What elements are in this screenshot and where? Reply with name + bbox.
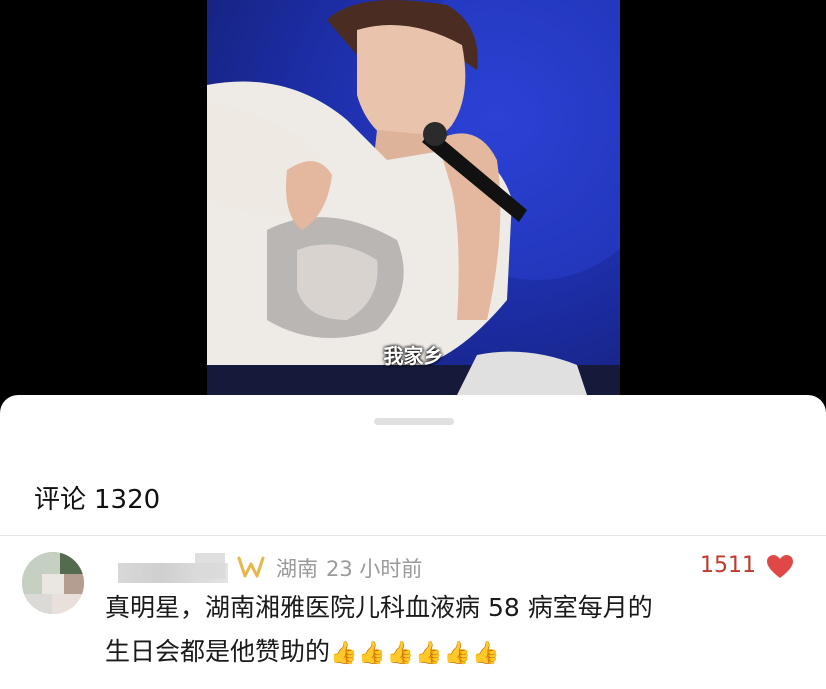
like-count: 1511: [700, 553, 756, 578]
comments-title-label: 评论: [34, 485, 87, 515]
divider: [0, 535, 826, 536]
heart-icon[interactable]: [766, 554, 794, 580]
video-player[interactable]: 我家乡: [0, 0, 826, 400]
comment-item[interactable]: 湖南 23 小时前 1511 真明星，湖南湘雅医院儿科血液病 58 病室每月的 生…: [0, 545, 826, 689]
comment-text-line2: 生日会都是他赞助的: [105, 637, 331, 666]
comment-text: 真明星，湖南湘雅医院儿科血液病 58 病室每月的 生日会都是他赞助的👍👍👍👍👍👍: [105, 586, 795, 676]
sheet-drag-handle[interactable]: [374, 418, 454, 425]
username-redacted-tail: [195, 553, 225, 579]
performer-image: [207, 0, 620, 395]
avatar[interactable]: [22, 552, 84, 614]
comment-text-line1: 真明星，湖南湘雅医院儿科血液病 58 病室每月的: [105, 593, 653, 622]
comment-meta: 湖南 23 小时前: [276, 553, 430, 583]
comments-header: 评论 1320: [34, 479, 168, 516]
comment-text-line2-wrap: 生日会都是他赞助的👍👍👍👍👍👍: [105, 630, 795, 676]
video-frame[interactable]: 我家乡: [207, 0, 620, 395]
avatar-mosaic: [22, 552, 84, 614]
comment-time: 23 小时前: [326, 557, 423, 581]
video-subtitle: 我家乡: [383, 344, 444, 368]
thumbs-up-reactions: 👍👍👍👍👍👍: [330, 641, 501, 666]
comments-sheet: 评论 1320 湖南 23 小时前 1511 真明星，湖南湘雅医院儿科血液病 5…: [0, 395, 826, 689]
comment-region: 湖南: [276, 557, 318, 581]
w-badge-icon: [237, 556, 265, 578]
comments-count: 1320: [94, 485, 161, 515]
